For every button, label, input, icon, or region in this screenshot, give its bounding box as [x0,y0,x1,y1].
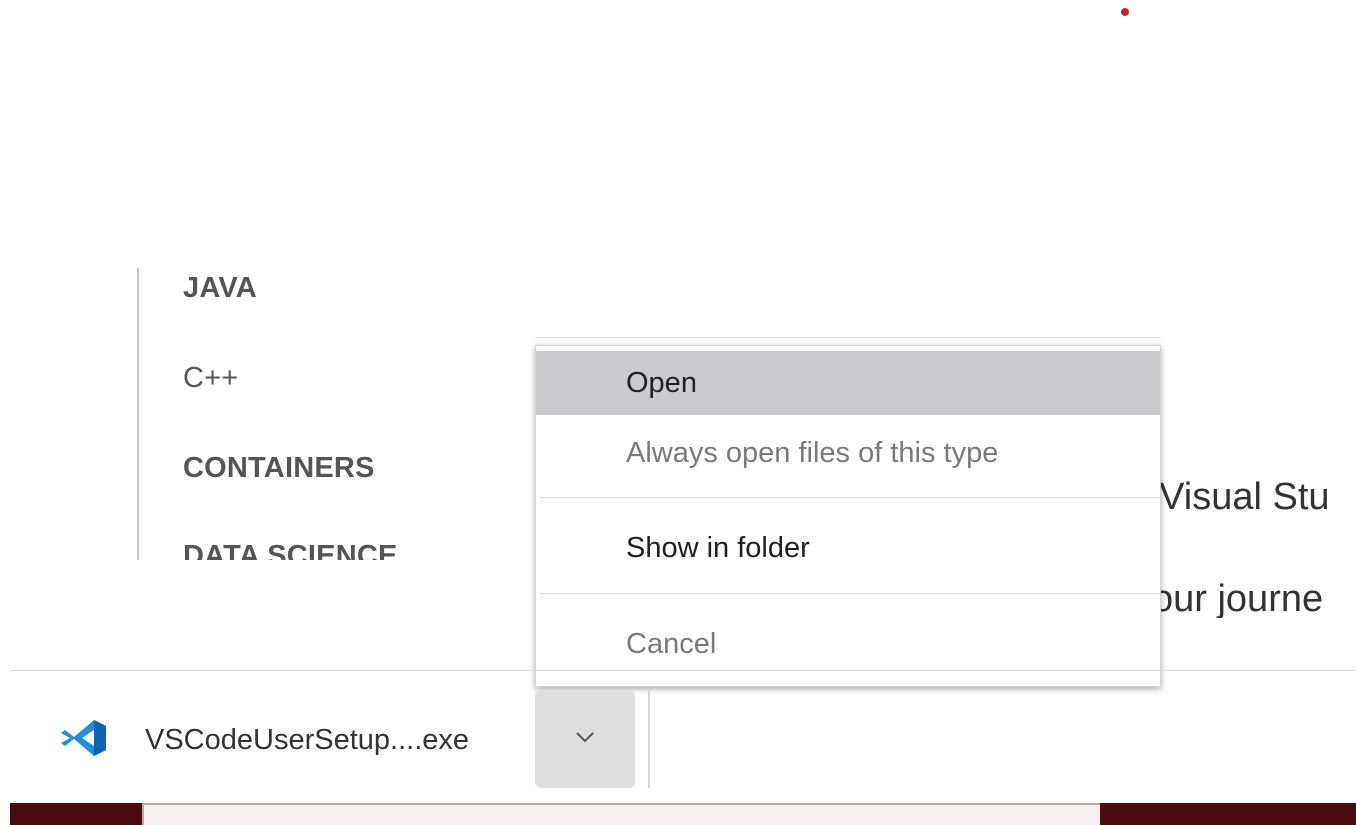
nav-item-cpp[interactable]: C++ [183,362,238,395]
page-text-fragment: our journe [1152,580,1324,618]
menu-item-show-in-folder[interactable]: Show in folder [536,514,1160,582]
menu-separator [540,593,1160,594]
notification-dot [1121,8,1129,16]
nav-item-data-science[interactable]: DATA SCIENCE [183,540,398,560]
taskbar-left [10,803,142,825]
taskbar-right [1100,803,1356,825]
menu-item-open[interactable]: Open [536,351,1160,415]
chevron-down-icon [574,730,596,749]
category-nav: JAVA C++ CONTAINERS DATA SCIENCE [137,268,519,560]
download-shelf-border [10,670,1356,671]
taskbar-strip [10,803,1356,825]
page-heading-fragment: f Visual Stu [1140,478,1330,516]
download-file-name: VSCodeUserSetup....exe [145,724,470,756]
nav-item-java[interactable]: JAVA [183,272,257,305]
menu-item-always-open[interactable]: Always open files of this type [536,419,1160,487]
download-menu-button[interactable] [535,690,635,788]
taskbar-window-preview[interactable] [142,803,1100,825]
menu-separator [540,497,1160,498]
menu-item-cancel[interactable]: Cancel [536,610,1160,678]
nav-item-containers[interactable]: CONTAINERS [183,452,375,485]
shelf-divider [648,690,650,788]
download-context-menu: Open Always open files of this type Show… [535,345,1161,687]
menu-anchor-line [535,337,1161,338]
vscode-icon [60,718,108,758]
